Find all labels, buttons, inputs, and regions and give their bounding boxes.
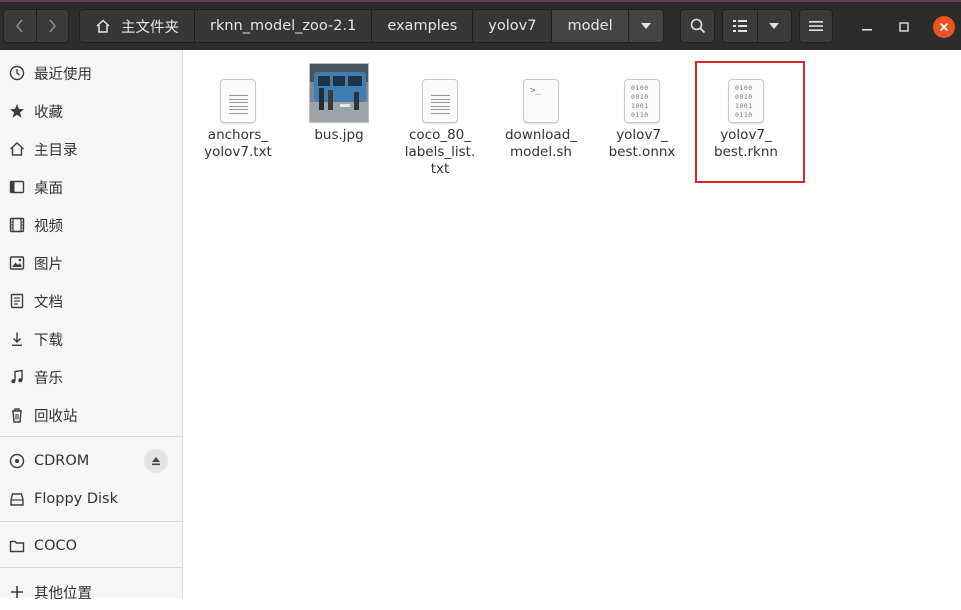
binary-file-icon: 0100 0010 1001 0110: [624, 79, 660, 123]
highlight-box: [695, 61, 805, 183]
sidebar-item-label: 音乐: [34, 370, 63, 387]
view-dropdown-button[interactable]: [758, 10, 791, 42]
file-item[interactable]: coco_80_ labels_list. txt: [390, 67, 490, 178]
file-item[interactable]: anchors_ yolov7.txt: [188, 67, 288, 161]
caret-down-icon: [640, 23, 651, 29]
text-file-icon: [422, 79, 458, 123]
forward-button[interactable]: [35, 10, 68, 42]
breadcrumb-segment[interactable]: rknn_model_zoo-2.1: [194, 10, 372, 42]
sidebar-item-label: 视频: [34, 218, 63, 235]
sidebar-item-recent[interactable]: 最近使用: [0, 55, 182, 91]
clock-icon: [8, 64, 26, 82]
breadcrumb: 主文件夹 rknn_model_zoo-2.1 examples yolov7 …: [79, 9, 664, 43]
maximize-icon: [899, 22, 909, 32]
main-menu-button[interactable]: [799, 9, 833, 43]
search-icon: [690, 18, 705, 34]
maximize-button[interactable]: [893, 16, 915, 38]
sidebar-item-label: 下载: [34, 332, 63, 349]
sidebar-item-desktop[interactable]: 桌面: [0, 169, 182, 205]
desktop-icon: [8, 178, 26, 196]
file-item[interactable]: 0100 0010 1001 0110 yolov7_ best.onnx: [592, 67, 692, 161]
document-icon: [8, 292, 26, 310]
breadcrumb-current[interactable]: model: [551, 10, 628, 42]
sidebar-item-trash[interactable]: 回收站: [0, 397, 182, 433]
breadcrumb-home-label: 主文件夹: [121, 19, 179, 36]
download-icon: [8, 330, 26, 348]
sidebar-item-starred[interactable]: 收藏: [0, 93, 182, 129]
sidebar-item-label: 其他位置: [34, 585, 92, 602]
sidebar-item-coco[interactable]: COCO: [0, 528, 182, 564]
file-item[interactable]: bus.jpg: [289, 56, 389, 144]
breadcrumb-home[interactable]: 主文件夹: [80, 10, 194, 42]
trash-icon: [8, 406, 26, 424]
sidebar-item-label: 桌面: [34, 180, 63, 197]
home-icon: [95, 18, 111, 34]
file-name: yolov7_ best.onnx: [608, 127, 676, 160]
script-file-icon: >_: [523, 79, 559, 123]
minimize-icon: [862, 29, 872, 31]
eject-icon: [152, 457, 160, 466]
file-view: anchors_ yolov7.txt bus.jpg coco_80_ lab…: [183, 50, 961, 598]
sidebar-item-home[interactable]: 主目录: [0, 131, 182, 167]
sidebar-item-label: 回收站: [34, 408, 78, 425]
sidebar-item-label: 最近使用: [34, 66, 92, 83]
chevron-left-icon: [15, 19, 23, 33]
file-item[interactable]: >_ download_ model.sh: [491, 67, 591, 161]
sidebar-item-label: 主目录: [34, 142, 78, 159]
image-thumbnail: [309, 63, 369, 123]
sidebar-item-documents[interactable]: 文档: [0, 283, 182, 319]
file-name: download_ model.sh: [504, 127, 578, 160]
list-view-icon: [732, 20, 747, 32]
sidebar-item-label: COCO: [34, 538, 78, 554]
close-button[interactable]: [933, 16, 955, 38]
caret-down-icon: [769, 23, 780, 29]
video-icon: [8, 216, 26, 234]
image-icon: [8, 254, 26, 272]
back-button[interactable]: [4, 10, 36, 42]
drive-icon: [8, 490, 26, 508]
sidebar-item-music[interactable]: 音乐: [0, 359, 182, 395]
list-view-button[interactable]: [723, 10, 758, 42]
view-options-group: [722, 9, 792, 43]
sidebar-item-other-locations[interactable]: 其他位置: [0, 574, 182, 610]
breadcrumb-segment[interactable]: yolov7: [472, 10, 552, 42]
file-name: anchors_ yolov7.txt: [204, 127, 272, 160]
sidebar-item-label: 文档: [34, 294, 63, 311]
navigation-buttons: [3, 9, 69, 43]
sidebar-item-label: 收藏: [34, 104, 63, 121]
search-button[interactable]: [680, 9, 715, 43]
disc-icon: [8, 452, 26, 470]
text-file-icon: [220, 79, 256, 123]
sidebar-item-downloads[interactable]: 下载: [0, 321, 182, 357]
chevron-right-icon: [49, 19, 57, 33]
sidebar-divider: [0, 436, 182, 437]
breadcrumb-segment[interactable]: examples: [371, 10, 473, 42]
music-icon: [8, 368, 26, 386]
header-bar: 主文件夹 rknn_model_zoo-2.1 examples yolov7 …: [0, 0, 961, 50]
sidebar-item-floppy[interactable]: Floppy Disk: [0, 481, 182, 517]
sidebar-item-cdrom[interactable]: CDROM: [0, 443, 182, 479]
star-icon: [8, 102, 26, 120]
breadcrumb-menu-button[interactable]: [627, 10, 663, 42]
file-name: coco_80_ labels_list. txt: [404, 127, 476, 177]
folder-icon: [8, 537, 26, 555]
plus-icon: [8, 583, 26, 601]
minimize-button[interactable]: [856, 16, 878, 38]
home-icon: [8, 140, 26, 158]
sidebar-item-label: CDROM: [34, 453, 90, 469]
sidebar-item-label: 图片: [34, 256, 63, 273]
sidebar-divider: [0, 521, 182, 522]
sidebar-item-pictures[interactable]: 图片: [0, 245, 182, 281]
sidebar-divider: [0, 567, 182, 568]
eject-button[interactable]: [144, 449, 168, 473]
file-name: bus.jpg: [314, 127, 364, 143]
sidebar-item-label: Floppy Disk: [34, 491, 118, 507]
close-icon: [939, 22, 949, 32]
hamburger-menu-icon: [809, 21, 823, 31]
sidebar: 最近使用 收藏 主目录 桌面 视频 图片 文档 下载 音乐 回收站 CDROM: [0, 50, 183, 602]
sidebar-item-videos[interactable]: 视频: [0, 207, 182, 243]
